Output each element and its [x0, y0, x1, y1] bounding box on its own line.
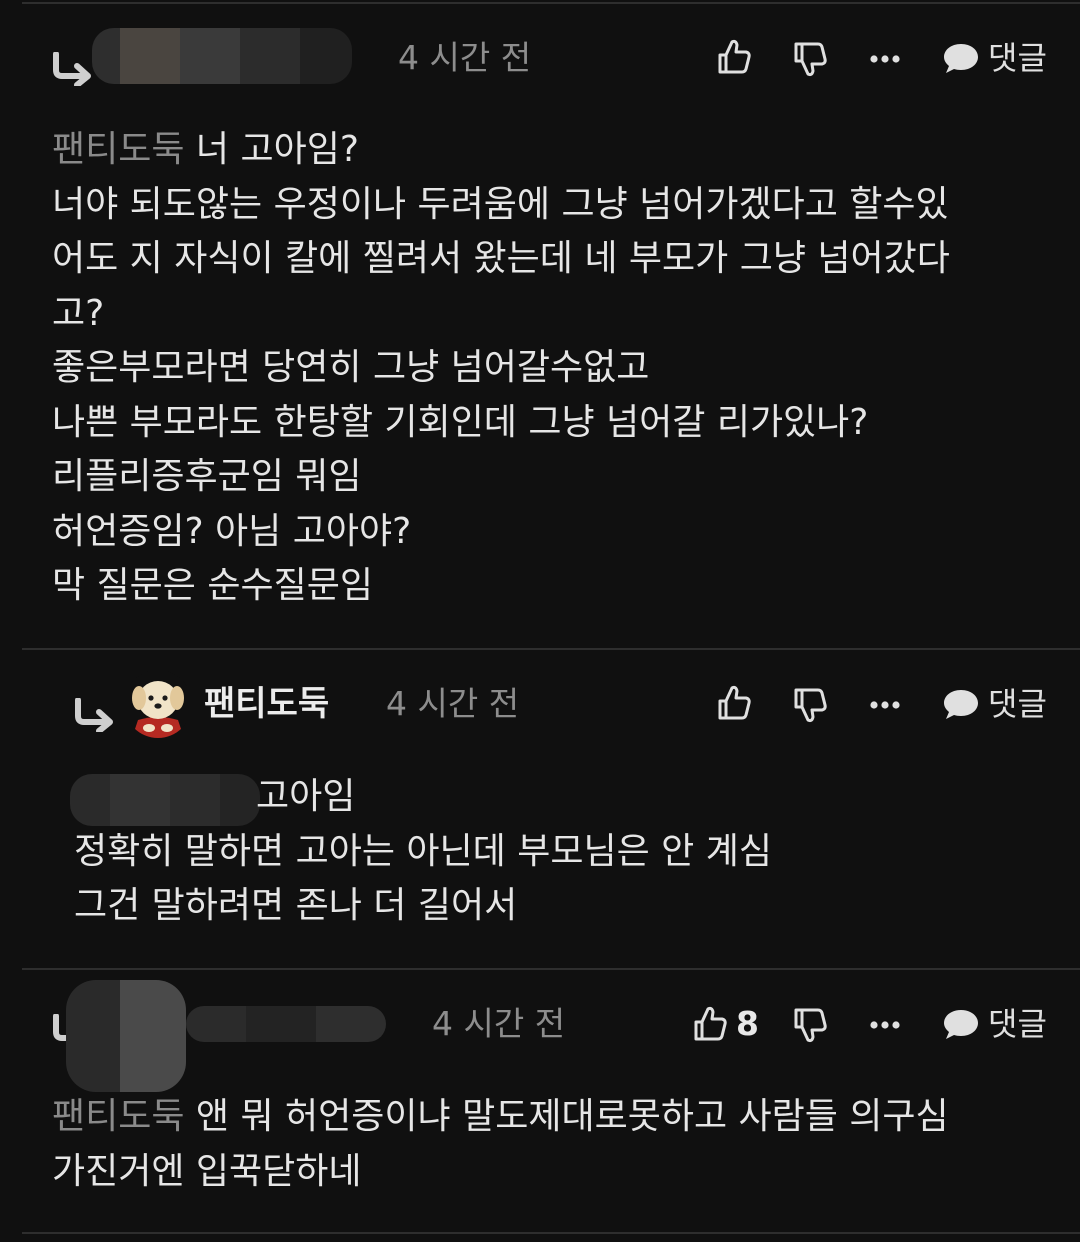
speech-bubble-icon: [944, 44, 978, 73]
comment-line: 팬티도둑 앤 뭐 허언증이냐 말도제대로못하고 사람들 의구심: [52, 1096, 949, 1137]
comment: 4 시간 전 댓글 팬티도둑 너 고아임? 너야 되도않는 우정이나 두려움에 …: [0, 0, 1080, 648]
timestamp: 4 시간 전: [432, 1004, 566, 1043]
avatar[interactable]: [124, 670, 192, 738]
comment-line: 고아임: [256, 776, 356, 817]
like-count: 8: [736, 1004, 759, 1043]
more-button[interactable]: [870, 54, 900, 64]
blurred-username: [92, 28, 352, 84]
thumbs-down-icon: [794, 42, 827, 77]
dislike-button[interactable]: [792, 686, 828, 724]
like-button[interactable]: [716, 38, 752, 76]
dislike-button[interactable]: [792, 40, 828, 78]
comment: 4 시간 전 8 댓글 팬티도둑 앤 뭐 허언증이냐 말도제대로못하고 사람들 …: [0, 970, 1080, 1232]
timestamp: 4 시간 전: [398, 38, 532, 77]
like-button[interactable]: 8: [692, 1004, 759, 1044]
more-dots-icon: [870, 1021, 900, 1029]
more-button[interactable]: [870, 1020, 900, 1030]
comment-line: 정확히 말하면 고아는 아닌데 부모님은 안 계심: [74, 830, 772, 872]
username[interactable]: 팬티도둑: [204, 684, 329, 724]
like-button[interactable]: [716, 684, 752, 722]
comment-line: 가진거엔 입꾹닫하네: [52, 1150, 362, 1192]
comment-line: 팬티도둑 너 고아임?: [52, 129, 359, 170]
more-button[interactable]: [870, 700, 900, 710]
comment: 팬티도둑 4 시간 전 댓글 고아임 정확히 말하면 고아는 아닌데 부모님은 …: [0, 650, 1080, 968]
mention-link[interactable]: 팬티도둑: [52, 1096, 184, 1137]
reply-button[interactable]: 댓글: [942, 38, 1047, 78]
comment-header: 4 시간 전 8 댓글: [0, 980, 1080, 1092]
comment-line: 그건 말하려면 존나 더 길어서: [74, 885, 518, 926]
comment-line: 어도 지 자식이 칼에 찔려서 왔는데 네 부모가 그냥 넘어갔다: [52, 238, 950, 279]
speech-bubble-icon: [944, 1010, 978, 1039]
thumbs-down-icon: [794, 1008, 827, 1043]
thumbs-up-icon: [718, 39, 751, 74]
more-dots-icon: [870, 55, 900, 63]
comment-line: 나쁜 부모라도 한탕할 기회인데 그냥 넘어갈 리가있나?: [52, 401, 869, 443]
comment-line: 좋은부모라면 당연히 그냥 넘어갈수없고: [52, 347, 650, 388]
reply-arrow-icon: [53, 52, 91, 86]
reply-label: 댓글: [988, 1005, 1047, 1043]
comment-line: 허언증임? 아님 고아야?: [52, 510, 412, 552]
puppy-avatar-icon: [124, 670, 192, 738]
reply-label: 댓글: [988, 685, 1047, 723]
reply-arrow-icon: [75, 698, 113, 732]
comment-header: 4 시간 전 댓글: [0, 24, 1080, 94]
speech-bubble-icon: [944, 690, 978, 719]
comment-body: 팬티도둑 너 고아임? 너야 되도않는 우정이나 두려움에 그냥 넘어가겠다고 …: [52, 123, 1040, 614]
comment-line: 고?: [52, 292, 105, 334]
dislike-button[interactable]: [792, 1006, 828, 1044]
blurred-avatar: [66, 980, 186, 1092]
reply-button[interactable]: 댓글: [942, 684, 1047, 724]
comment-line: 너야 되도않는 우정이나 두려움에 그냥 넘어가겠다고 할수있: [52, 183, 949, 225]
timestamp: 4 시간 전: [386, 684, 520, 723]
reply-button[interactable]: 댓글: [942, 1004, 1047, 1044]
comment-line: 막 질문은 순수질문임: [52, 565, 373, 606]
thumbs-up-icon: [718, 685, 751, 720]
thumbs-down-icon: [794, 688, 827, 723]
reply-label: 댓글: [988, 39, 1047, 77]
mention-link[interactable]: 팬티도둑: [52, 129, 184, 170]
comment-body: 고아임 정확히 말하면 고아는 아닌데 부모님은 안 계심 그건 말하려면 존나…: [74, 770, 1040, 934]
thumbs-up-icon: [694, 1006, 727, 1041]
more-dots-icon: [870, 701, 900, 709]
comment-line: 리플리증후군임 뭐임: [52, 456, 362, 497]
comment-body: 팬티도둑 앤 뭐 허언증이냐 말도제대로못하고 사람들 의구심 가진거엔 입꾹닫…: [52, 1090, 1040, 1199]
blurred-username: [186, 1006, 386, 1042]
comment-header: 팬티도둑 4 시간 전 댓글: [0, 670, 1080, 740]
divider: [22, 1232, 1080, 1234]
